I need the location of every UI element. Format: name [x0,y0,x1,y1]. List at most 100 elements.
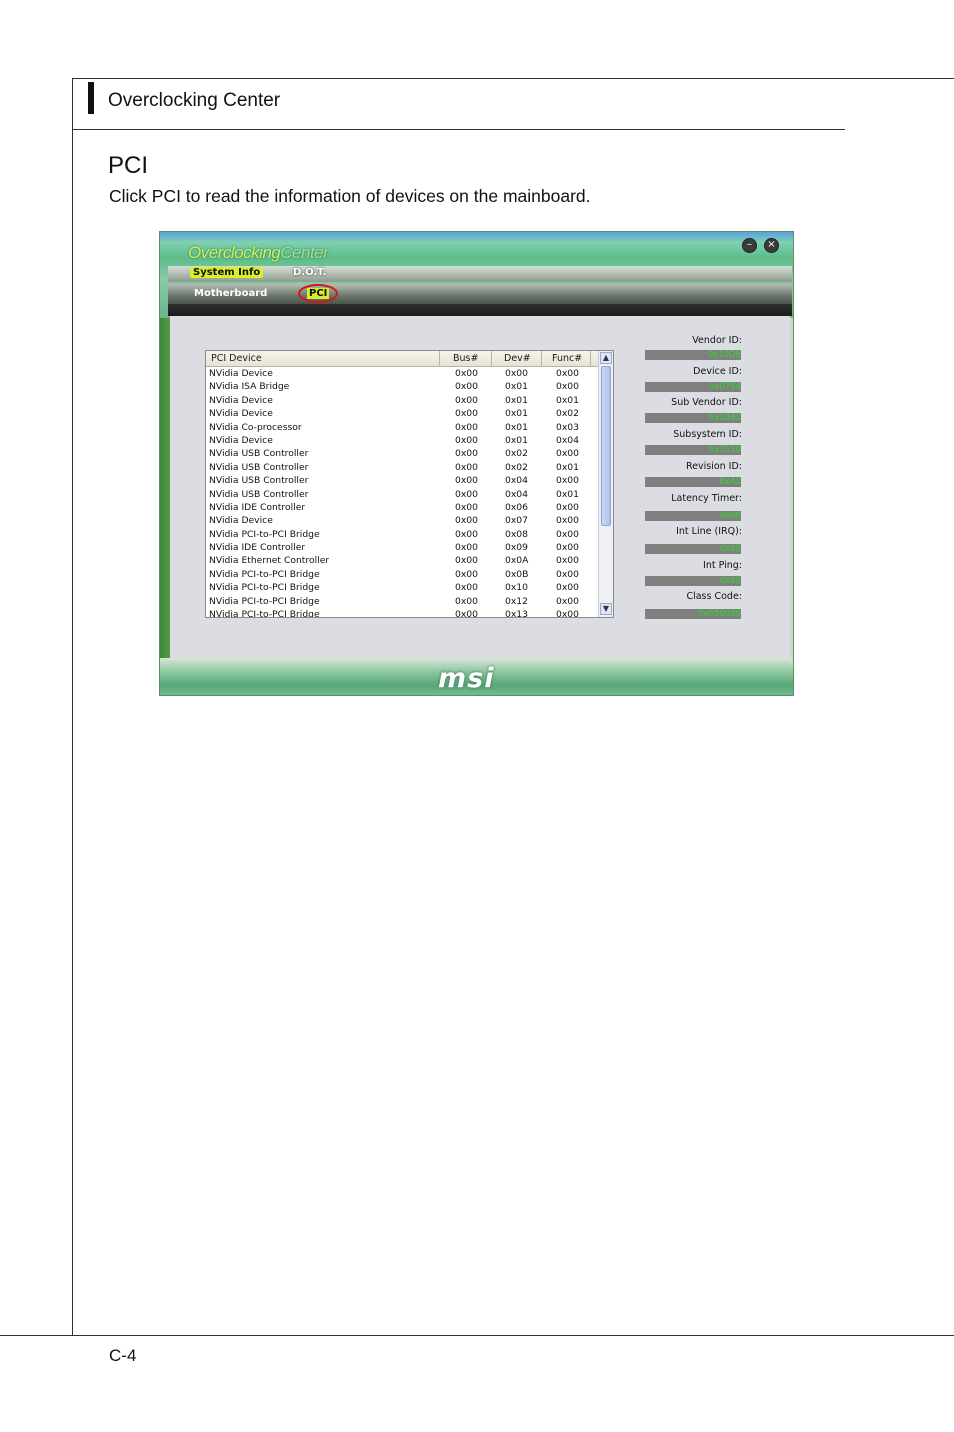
table-row[interactable]: NVidia IDE Controller 0x00 0x09 0x00 [206,542,600,555]
cell-dev: 0x01 [505,394,528,406]
cell-device: NVidia USB Controller [209,448,309,460]
cell-bus: 0x00 [455,421,478,433]
cell-func: 0x00 [556,542,579,554]
app-titlebar: OverclockingCenter – × System Info D.O.T… [160,232,793,318]
cell-bus: 0x00 [455,408,478,420]
cell-device: NVidia IDE Controller [209,501,306,513]
cell-dev: 0x10 [505,582,528,594]
tab-motherboard[interactable]: Motherboard [194,288,267,299]
cell-bus: 0x00 [455,515,478,527]
cell-func: 0x00 [556,555,579,567]
cell-bus: 0x00 [455,501,478,513]
table-row[interactable]: NVidia Device 0x00 0x00 0x00 [206,368,600,381]
list-rows: NVidia Device 0x00 0x00 0x00 NVidia ISA Brid… [206,368,600,618]
table-row[interactable]: NVidia Device 0x00 0x01 0x01 [206,395,600,408]
cell-bus: 0x00 [455,381,478,393]
scroll-up-icon[interactable]: ▲ [600,352,612,364]
cell-dev: 0x02 [505,448,528,460]
cell-dev: 0x00 [505,368,528,379]
column-separator [439,351,440,366]
cell-func: 0x02 [556,408,579,420]
cell-dev: 0x08 [505,528,528,540]
close-icon[interactable]: × [764,238,779,253]
cell-func: 0x01 [556,488,579,500]
table-row[interactable]: NVidia USB Controller 0x00 0x02 0x01 [206,462,600,475]
cell-func: 0x00 [556,609,579,618]
cell-func: 0x00 [556,368,579,379]
cell-func: 0x00 [556,381,579,393]
cell-bus: 0x00 [455,448,478,460]
cell-dev: 0x04 [505,475,528,487]
app-footer: msi [160,658,793,695]
cell-bus: 0x00 [455,461,478,473]
column-separator [541,351,542,366]
cell-device: NVidia PCI-to-PCI Bridge [209,528,320,540]
int-line-value: 0x00 [645,544,741,554]
table-row[interactable]: NVidia Device 0x00 0x07 0x00 [206,515,600,528]
cell-bus: 0x00 [455,434,478,446]
header-bus[interactable]: Bus# [453,353,478,364]
scroll-thumb[interactable] [601,366,611,526]
cell-device: NVidia Device [209,368,273,379]
table-row[interactable]: NVidia ISA Bridge 0x00 0x01 0x00 [206,381,600,394]
header-rule [72,129,845,130]
cell-bus: 0x00 [455,368,478,379]
header-pci-device[interactable]: PCI Device [211,353,262,364]
table-row[interactable]: NVidia PCI-to-PCI Bridge 0x00 0x08 0x00 [206,529,600,542]
cell-bus: 0x00 [455,542,478,554]
app-logo-part1: Overclocking [188,243,281,262]
cell-device: NVidia Co-processor [209,421,302,433]
table-row[interactable]: NVidia PCI-to-PCI Bridge 0x00 0x13 0x00 [206,609,600,618]
tab-pci-label: PCI [307,288,330,299]
list-scrollbar[interactable]: ▲ ▼ [598,351,613,617]
tab-pci[interactable]: PCI [298,284,338,303]
table-row[interactable]: NVidia Device 0x00 0x01 0x02 [206,408,600,421]
cell-bus: 0x00 [455,555,478,567]
class-code-value: 0x050000 [645,609,741,619]
cell-dev: 0x13 [505,609,528,618]
column-separator [590,351,591,366]
header-func[interactable]: Func# [552,353,582,364]
subsystem-id-label: Subsystem ID: [673,429,742,440]
app-window: OverclockingCenter – × System Info D.O.T… [159,231,794,696]
cell-device: NVidia USB Controller [209,461,309,473]
page-number: C-4 [109,1346,137,1365]
cell-dev: 0x06 [505,501,528,513]
cell-dev: 0x01 [505,381,528,393]
table-row[interactable]: NVidia Co-processor 0x00 0x01 0x03 [206,422,600,435]
header-dev[interactable]: Dev# [504,353,531,364]
table-row[interactable]: NVidia USB Controller 0x00 0x02 0x00 [206,448,600,461]
pci-device-list[interactable]: PCI Device Bus# Dev# Func# NVidia Device… [205,350,614,618]
tab-dot[interactable]: D.O.T. [293,267,326,278]
tab-system-info[interactable]: System Info [190,267,264,278]
table-row[interactable]: NVidia USB Controller 0x00 0x04 0x00 [206,475,600,488]
class-code-label: Class Code: [686,591,742,602]
cell-func: 0x00 [556,528,579,540]
running-header: Overclocking Center [108,90,281,111]
table-row[interactable]: NVidia PCI-to-PCI Bridge 0x00 0x12 0x00 [206,596,600,609]
cell-device: NVidia USB Controller [209,475,309,487]
cell-device: NVidia PCI-to-PCI Bridge [209,582,320,594]
scroll-down-icon[interactable]: ▼ [600,603,612,615]
minimize-icon[interactable]: – [742,238,757,253]
table-row[interactable]: NVidia PCI-to-PCI Bridge 0x00 0x0B 0x00 [206,569,600,582]
device-id-label: Device ID: [693,366,742,377]
table-row[interactable]: NVidia PCI-to-PCI Bridge 0x00 0x10 0x00 [206,582,600,595]
table-row[interactable]: NVidia USB Controller 0x00 0x04 0x01 [206,489,600,502]
cell-bus: 0x00 [455,568,478,580]
int-line-label: Int Line (IRQ): [676,526,742,537]
table-row[interactable]: NVidia IDE Controller 0x00 0x06 0x00 [206,502,600,515]
cell-bus: 0x00 [455,488,478,500]
table-row[interactable]: NVidia Ethernet Controller 0x00 0x0A 0x00 [206,555,600,568]
app-logo-part2: Center [280,243,329,262]
table-row[interactable]: NVidia Device 0x00 0x01 0x04 [206,435,600,448]
section-description: Click PCI to read the information of dev… [109,186,591,206]
cell-func: 0x00 [556,582,579,594]
cell-func: 0x00 [556,515,579,527]
cell-func: 0x01 [556,461,579,473]
latency-timer-label: Latency Timer: [671,493,742,504]
top-rule [72,78,954,79]
cell-func: 0x00 [556,595,579,607]
msi-logo: msi [438,663,495,694]
cell-bus: 0x00 [455,528,478,540]
